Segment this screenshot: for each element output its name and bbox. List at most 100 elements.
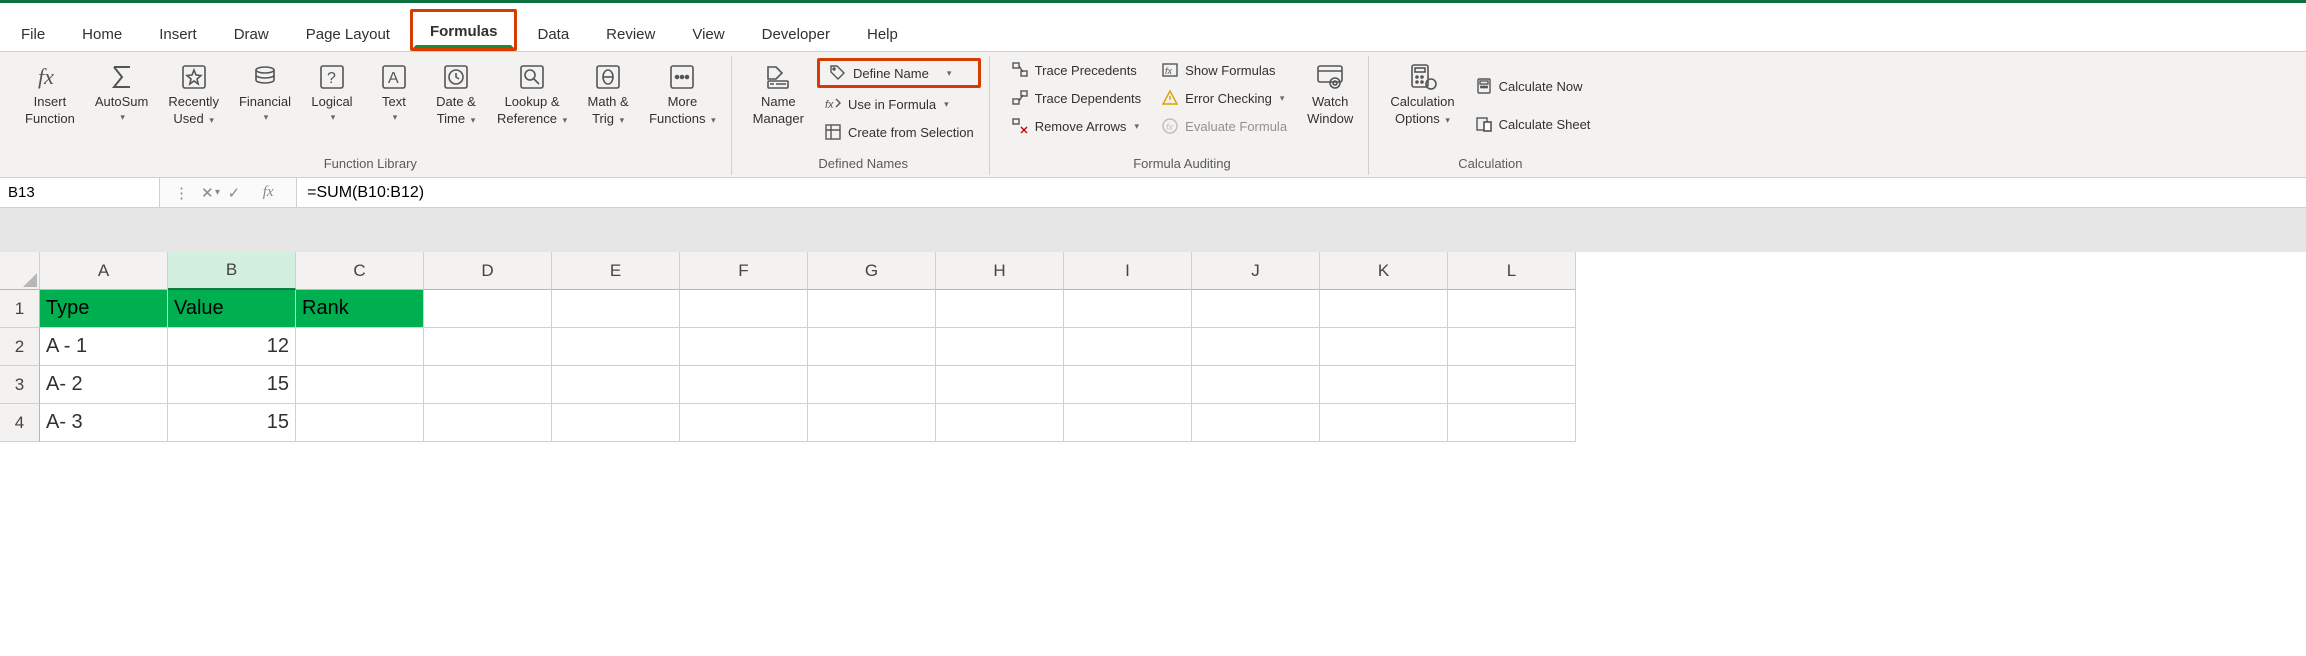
cell-J1[interactable] bbox=[1192, 290, 1320, 328]
menu-data[interactable]: Data bbox=[520, 15, 586, 51]
trace-precedents-button[interactable]: Trace Precedents bbox=[1004, 58, 1148, 82]
cell-A3[interactable]: A- 2 bbox=[40, 366, 168, 404]
column-header-F[interactable]: F bbox=[680, 252, 808, 290]
evaluate-formula-button[interactable]: fx Evaluate Formula bbox=[1154, 114, 1294, 138]
column-header-J[interactable]: J bbox=[1192, 252, 1320, 290]
cell-E1[interactable] bbox=[552, 290, 680, 328]
calculation-options-button[interactable]: Calculation Options ▾ bbox=[1383, 56, 1461, 132]
fx-button-icon[interactable]: fx bbox=[254, 184, 282, 201]
column-header-K[interactable]: K bbox=[1320, 252, 1448, 290]
cell-F4[interactable] bbox=[680, 404, 808, 442]
formula-input[interactable] bbox=[297, 178, 2306, 207]
trace-dependents-button[interactable]: Trace Dependents bbox=[1004, 86, 1148, 110]
cell-H3[interactable] bbox=[936, 366, 1064, 404]
row-header-3[interactable]: 3 bbox=[0, 366, 40, 404]
cell-K4[interactable] bbox=[1320, 404, 1448, 442]
cell-F2[interactable] bbox=[680, 328, 808, 366]
cell-H2[interactable] bbox=[936, 328, 1064, 366]
cell-E3[interactable] bbox=[552, 366, 680, 404]
cell-G1[interactable] bbox=[808, 290, 936, 328]
cell-B4[interactable]: 15 bbox=[168, 404, 296, 442]
column-header-L[interactable]: L bbox=[1448, 252, 1576, 290]
name-box[interactable]: ▾ bbox=[0, 178, 160, 207]
cell-D4[interactable] bbox=[424, 404, 552, 442]
column-header-B[interactable]: B bbox=[168, 252, 296, 290]
row-header-2[interactable]: 2 bbox=[0, 328, 40, 366]
column-header-D[interactable]: D bbox=[424, 252, 552, 290]
select-all-corner[interactable] bbox=[0, 252, 40, 290]
more-functions-button[interactable]: More Functions ▾ bbox=[642, 56, 723, 132]
menu-insert[interactable]: Insert bbox=[142, 15, 214, 51]
menu-developer[interactable]: Developer bbox=[745, 15, 847, 51]
cell-D1[interactable] bbox=[424, 290, 552, 328]
cell-L4[interactable] bbox=[1448, 404, 1576, 442]
calculate-sheet-button[interactable]: Calculate Sheet bbox=[1468, 112, 1598, 136]
column-header-G[interactable]: G bbox=[808, 252, 936, 290]
cell-K1[interactable] bbox=[1320, 290, 1448, 328]
cell-D3[interactable] bbox=[424, 366, 552, 404]
column-header-I[interactable]: I bbox=[1064, 252, 1192, 290]
cell-I1[interactable] bbox=[1064, 290, 1192, 328]
vertical-dots-icon[interactable]: ⋮ bbox=[174, 184, 187, 202]
cell-C3[interactable] bbox=[296, 366, 424, 404]
cell-L2[interactable] bbox=[1448, 328, 1576, 366]
column-header-A[interactable]: A bbox=[40, 252, 168, 290]
column-header-E[interactable]: E bbox=[552, 252, 680, 290]
math-trig-button[interactable]: Math & Trig ▾ bbox=[580, 56, 636, 132]
menu-home[interactable]: Home bbox=[65, 15, 139, 51]
autosum-button[interactable]: AutoSum ▾ bbox=[88, 56, 155, 128]
menu-formulas[interactable]: Formulas bbox=[413, 12, 515, 48]
cell-G4[interactable] bbox=[808, 404, 936, 442]
cell-L3[interactable] bbox=[1448, 366, 1576, 404]
cell-K2[interactable] bbox=[1320, 328, 1448, 366]
cell-C4[interactable] bbox=[296, 404, 424, 442]
cell-L1[interactable] bbox=[1448, 290, 1576, 328]
cell-I4[interactable] bbox=[1064, 404, 1192, 442]
cell-G2[interactable] bbox=[808, 328, 936, 366]
cell-A1[interactable]: Type bbox=[40, 290, 168, 328]
lookup-reference-button[interactable]: Lookup & Reference ▾ bbox=[490, 56, 574, 132]
cell-B3[interactable]: 15 bbox=[168, 366, 296, 404]
menu-view[interactable]: View bbox=[675, 15, 741, 51]
cell-I2[interactable] bbox=[1064, 328, 1192, 366]
cell-H4[interactable] bbox=[936, 404, 1064, 442]
spreadsheet-grid[interactable]: ABCDEFGHIJKL1TypeValueRank2A - 1123A- 21… bbox=[0, 252, 2306, 442]
cell-A2[interactable]: A - 1 bbox=[40, 328, 168, 366]
menu-draw[interactable]: Draw bbox=[217, 15, 286, 51]
cell-J3[interactable] bbox=[1192, 366, 1320, 404]
enter-formula-icon[interactable]: ✓ bbox=[228, 184, 241, 202]
error-checking-button[interactable]: Error Checking ▾ bbox=[1154, 86, 1294, 110]
cell-F3[interactable] bbox=[680, 366, 808, 404]
cell-J2[interactable] bbox=[1192, 328, 1320, 366]
watch-window-button[interactable]: Watch Window bbox=[1300, 56, 1360, 132]
use-in-formula-button[interactable]: fx Use in Formula ▾ bbox=[817, 92, 981, 116]
cell-H1[interactable] bbox=[936, 290, 1064, 328]
cell-B1[interactable]: Value bbox=[168, 290, 296, 328]
remove-arrows-button[interactable]: Remove Arrows ▾ bbox=[1004, 114, 1148, 138]
calculate-now-button[interactable]: Calculate Now bbox=[1468, 74, 1598, 98]
menu-page-layout[interactable]: Page Layout bbox=[289, 15, 407, 51]
logical-button[interactable]: ? Logical ▾ bbox=[304, 56, 360, 128]
recently-used-button[interactable]: Recently Used ▾ bbox=[161, 56, 226, 132]
column-header-H[interactable]: H bbox=[936, 252, 1064, 290]
menu-file[interactable]: File bbox=[4, 15, 62, 51]
cell-G3[interactable] bbox=[808, 366, 936, 404]
cell-K3[interactable] bbox=[1320, 366, 1448, 404]
cell-J4[interactable] bbox=[1192, 404, 1320, 442]
cell-C2[interactable] bbox=[296, 328, 424, 366]
cancel-formula-icon[interactable]: ✕ bbox=[201, 184, 214, 202]
text-button[interactable]: A Text ▾ bbox=[366, 56, 422, 128]
name-manager-button[interactable]: Name Manager bbox=[746, 56, 811, 132]
cell-D2[interactable] bbox=[424, 328, 552, 366]
menu-review[interactable]: Review bbox=[589, 15, 672, 51]
cell-B2[interactable]: 12 bbox=[168, 328, 296, 366]
cell-I3[interactable] bbox=[1064, 366, 1192, 404]
define-name-button[interactable]: Define Name ▾ bbox=[822, 61, 976, 85]
column-header-C[interactable]: C bbox=[296, 252, 424, 290]
menu-help[interactable]: Help bbox=[850, 15, 915, 51]
cell-E4[interactable] bbox=[552, 404, 680, 442]
row-header-1[interactable]: 1 bbox=[0, 290, 40, 328]
insert-function-button[interactable]: fx Insert Function bbox=[18, 56, 82, 132]
date-time-button[interactable]: Date & Time ▾ bbox=[428, 56, 484, 132]
row-header-4[interactable]: 4 bbox=[0, 404, 40, 442]
